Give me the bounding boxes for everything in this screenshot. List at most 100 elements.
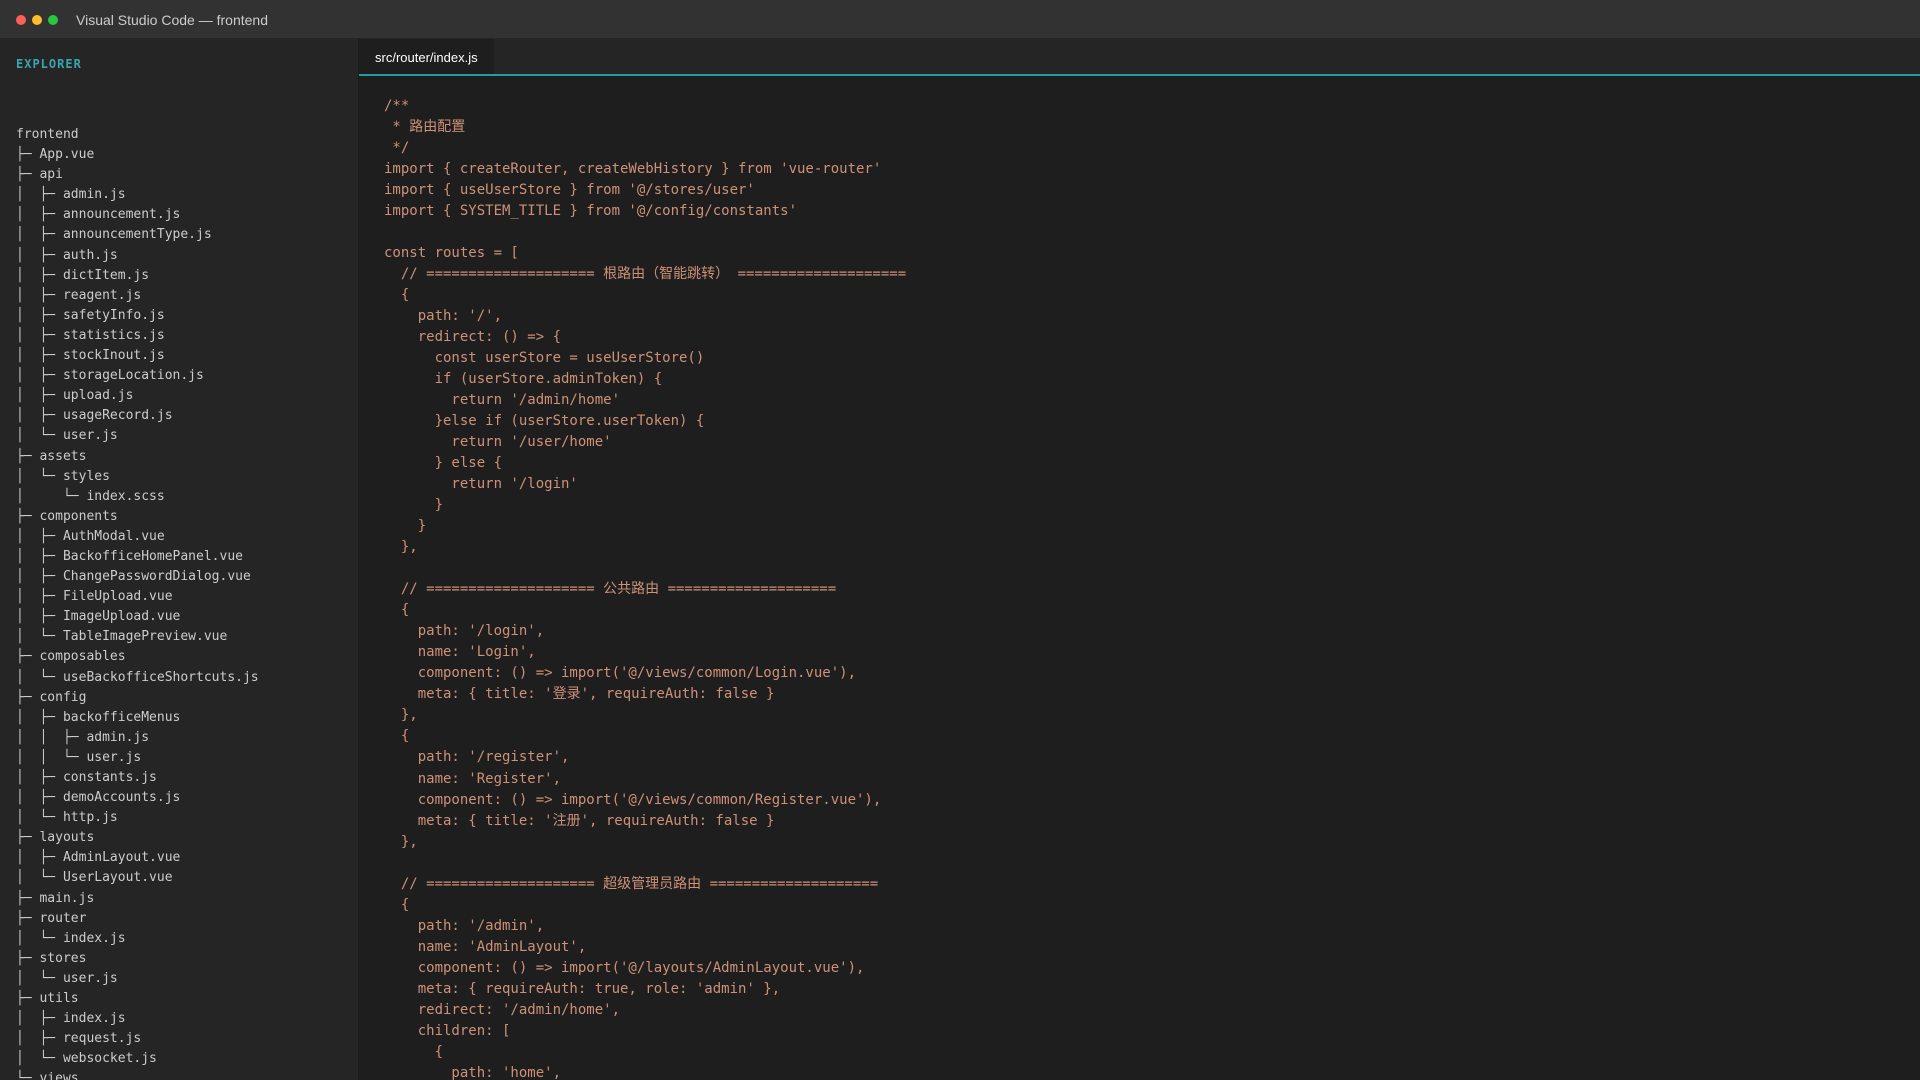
tree-item[interactable]: │ └─ UserLayout.vue	[16, 868, 259, 888]
tree-item[interactable]: ├─ components	[16, 507, 259, 527]
code-line: name: 'AdminLayout',	[384, 938, 587, 955]
code-line: meta: { title: '登录', requireAuth: false …	[384, 686, 775, 703]
tree-item[interactable]: ├─ utils	[16, 989, 259, 1009]
maximize-window-icon[interactable]	[48, 15, 58, 25]
tree-item[interactable]: │ ├─ index.js	[16, 1009, 259, 1029]
tree-item[interactable]: │ ├─ reagent.js	[16, 286, 259, 306]
code-line: } else {	[384, 455, 503, 472]
explorer-title: EXPLORER	[16, 57, 82, 71]
tree-item[interactable]: │ └─ user.js	[16, 426, 259, 446]
tree-item[interactable]: │ ├─ constants.js	[16, 768, 259, 788]
tree-item[interactable]: │ ├─ announcementType.js	[16, 225, 259, 245]
code-line: {	[384, 287, 410, 304]
code-line: path: '/register',	[384, 749, 570, 766]
tree-item[interactable]: ├─ config	[16, 688, 259, 708]
code-line: return '/user/home'	[384, 434, 612, 451]
code-line: return '/admin/home'	[384, 392, 621, 409]
code-line: path: '/',	[384, 308, 503, 325]
tree-item[interactable]: │ ├─ announcement.js	[16, 205, 259, 225]
tree-item[interactable]: │ └─ TableImagePreview.vue	[16, 627, 259, 647]
code-line: component: () => import('@/views/common/…	[384, 791, 882, 808]
tree-item[interactable]: ├─ stores	[16, 949, 259, 969]
code-line: const userStore = useUserStore()	[384, 350, 705, 367]
tree-item[interactable]: ├─ router	[16, 909, 259, 929]
code-line: },	[384, 833, 418, 850]
tree-item[interactable]: frontend	[16, 125, 259, 145]
code-line: if (userStore.adminToken) {	[384, 371, 663, 388]
tree-item[interactable]: │ │ ├─ admin.js	[16, 728, 259, 748]
code-line: {	[384, 896, 410, 913]
tree-item[interactable]: │ ├─ backofficeMenus	[16, 708, 259, 728]
tree-item[interactable]: │ └─ user.js	[16, 969, 259, 989]
tree-item[interactable]: ├─ assets	[16, 447, 259, 467]
code-line: return '/login'	[384, 476, 578, 493]
editor-area: src/router/index.js /** * 路由配置 */ import …	[359, 39, 1920, 1080]
tree-item[interactable]: │ ├─ BackofficeHomePanel.vue	[16, 547, 259, 567]
tree-item[interactable]: │ ├─ demoAccounts.js	[16, 788, 259, 808]
code-line: path: 'home',	[384, 1064, 562, 1080]
file-tree: frontend ├─ App.vue ├─ api │ ├─ admin.js │ ├…	[16, 125, 259, 1080]
tree-item[interactable]: │ └─ index.js	[16, 929, 259, 949]
tree-item[interactable]: │ ├─ statistics.js	[16, 326, 259, 346]
code-line: }else if (userStore.userToken) {	[384, 413, 705, 430]
code-line: // ==================== 超级管理员路由 ========…	[384, 875, 879, 892]
code-line: * 路由配置	[384, 119, 466, 136]
code-line: import { createRouter, createWebHistory …	[384, 161, 882, 178]
tree-item[interactable]: └─ views	[16, 1069, 259, 1080]
tree-item[interactable]: ├─ main.js	[16, 889, 259, 909]
tree-item[interactable]: │ ├─ ImageUpload.vue	[16, 607, 259, 627]
tree-item[interactable]: │ │ └─ user.js	[16, 748, 259, 768]
minimize-window-icon[interactable]	[32, 15, 42, 25]
tree-item[interactable]: │ ├─ upload.js	[16, 386, 259, 406]
code-line: }	[384, 497, 444, 514]
code-line: path: '/admin',	[384, 917, 545, 934]
tree-item[interactable]: ├─ api	[16, 165, 259, 185]
code-line: // ==================== 根路由（智能跳转） ======…	[384, 266, 907, 283]
tree-item[interactable]: ├─ App.vue	[16, 145, 259, 165]
tree-item[interactable]: │ ├─ FileUpload.vue	[16, 587, 259, 607]
title-bar: Visual Studio Code — frontend	[0, 0, 1920, 39]
code-line: /**	[384, 98, 410, 114]
close-window-icon[interactable]	[16, 15, 26, 25]
tree-item[interactable]: │ ├─ dictItem.js	[16, 266, 259, 286]
code-line: },	[384, 539, 418, 556]
tree-item[interactable]: │ └─ styles	[16, 467, 259, 487]
tree-item[interactable]: │ ├─ AuthModal.vue	[16, 527, 259, 547]
code-view[interactable]: /** * 路由配置 */ import { createRouter, crea…	[384, 96, 906, 1080]
tree-item[interactable]: │ ├─ safetyInfo.js	[16, 306, 259, 326]
code-line: }	[384, 518, 427, 535]
tree-item[interactable]: │ ├─ stockInout.js	[16, 346, 259, 366]
editor-tab-bar: src/router/index.js	[359, 39, 1920, 76]
tree-item[interactable]: │ ├─ admin.js	[16, 185, 259, 205]
tree-item[interactable]: │ ├─ storageLocation.js	[16, 366, 259, 386]
code-line: {	[384, 1043, 444, 1060]
tree-item[interactable]: │ ├─ auth.js	[16, 246, 259, 266]
tree-item[interactable]: │ ├─ usageRecord.js	[16, 406, 259, 426]
tree-item[interactable]: │ ├─ AdminLayout.vue	[16, 848, 259, 868]
tree-item[interactable]: ├─ layouts	[16, 828, 259, 848]
code-line: */	[384, 140, 410, 157]
tree-item[interactable]: │ └─ useBackofficeShortcuts.js	[16, 668, 259, 688]
window-title: Visual Studio Code — frontend	[76, 12, 268, 28]
tree-item[interactable]: ├─ composables	[16, 647, 259, 667]
tree-item[interactable]: │ └─ index.scss	[16, 487, 259, 507]
code-line: component: () => import('@/layouts/Admin…	[384, 959, 865, 976]
tree-item[interactable]: │ └─ http.js	[16, 808, 259, 828]
code-line: {	[384, 728, 410, 745]
code-line: import { useUserStore } from '@/stores/u…	[384, 182, 755, 199]
tree-item[interactable]: │ └─ websocket.js	[16, 1049, 259, 1069]
code-line: component: () => import('@/views/common/…	[384, 665, 857, 682]
code-line: },	[384, 707, 418, 724]
tree-item[interactable]: │ ├─ ChangePasswordDialog.vue	[16, 567, 259, 587]
code-line: redirect: '/admin/home',	[384, 1001, 621, 1018]
code-line: const routes = [	[384, 245, 519, 262]
code-line: {	[384, 602, 410, 619]
code-line: name: 'Login',	[384, 644, 536, 661]
tab-router-index[interactable]: src/router/index.js	[359, 39, 494, 74]
code-line: path: '/login',	[384, 623, 545, 640]
code-line: name: 'Register',	[384, 770, 562, 787]
tree-item[interactable]: │ ├─ request.js	[16, 1029, 259, 1049]
code-line: meta: { title: '注册', requireAuth: false …	[384, 812, 775, 829]
